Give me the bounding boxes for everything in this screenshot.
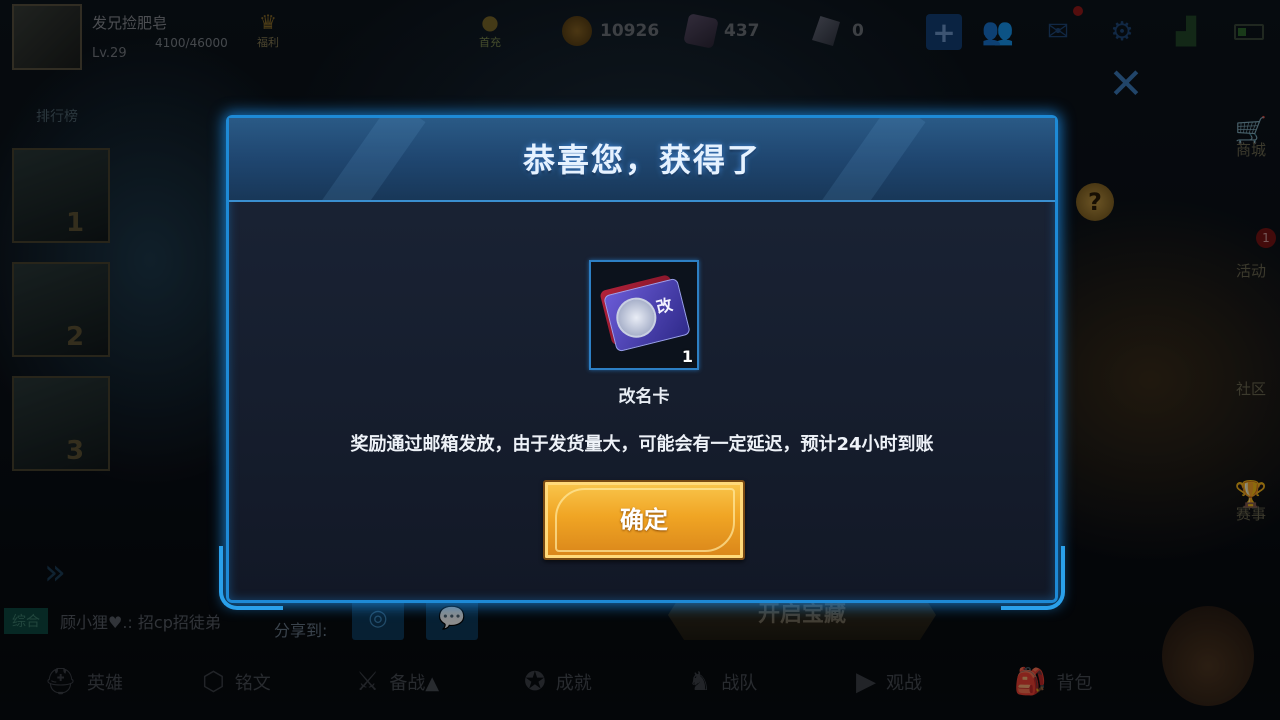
card-character: 改 xyxy=(654,294,675,318)
confirm-label: 确定 xyxy=(620,506,668,534)
dialog-header: 恭喜您，获得了 xyxy=(229,118,1055,202)
dialog-title: 恭喜您，获得了 xyxy=(522,141,761,179)
reward-dialog: 恭喜您，获得了 改 1 改名卡 奖励通过邮箱发放，由于发货量大，可能会有一定延迟… xyxy=(219,115,1065,610)
item-name: 改名卡 xyxy=(618,387,670,407)
reward-item-slot[interactable]: 改 1 xyxy=(589,260,699,370)
emblem-icon xyxy=(612,293,661,342)
delivery-notice: 奖励通过邮箱发放，由于发货量大，可能会有一定延迟，预计24小时到账 xyxy=(350,434,934,455)
item-count: 1 xyxy=(681,347,693,366)
confirm-button[interactable]: 确定 xyxy=(543,480,745,560)
